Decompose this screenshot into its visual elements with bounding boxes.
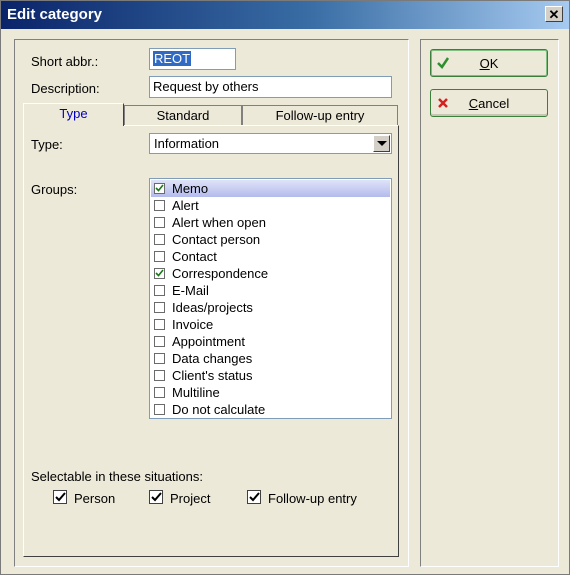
- group-label: Do not calculate: [172, 402, 266, 417]
- group-checkbox[interactable]: [154, 336, 165, 347]
- groups-list[interactable]: Memo Alert Alert when open Contact person Co…: [149, 178, 392, 419]
- group-label: Multiline: [172, 385, 220, 400]
- cancel-button-label: Cancel: [468, 96, 510, 111]
- list-item[interactable]: Contact person: [151, 231, 390, 248]
- group-label: Contact person: [172, 232, 261, 247]
- list-item[interactable]: Ideas/projects: [151, 299, 390, 316]
- group-label: Contact: [172, 249, 217, 264]
- edit-category-dialog: Edit category ✕ Short abbr.: REOT Descri…: [0, 0, 570, 575]
- list-item[interactable]: Appointment: [151, 333, 390, 350]
- checkmark-icon: [249, 492, 260, 502]
- checkmark-icon: [155, 184, 164, 192]
- list-item[interactable]: Contact: [151, 248, 390, 265]
- group-label: Client's status: [172, 368, 253, 383]
- list-item[interactable]: Correspondence: [151, 265, 390, 282]
- group-label: Ideas/projects: [172, 300, 253, 315]
- group-checkbox[interactable]: [154, 268, 165, 279]
- project-checkbox[interactable]: [149, 490, 163, 504]
- cancel-button[interactable]: Cancel: [430, 89, 548, 117]
- checkmark-icon: [155, 269, 164, 277]
- list-item[interactable]: Multiline: [151, 384, 390, 401]
- ok-button-label: OK: [479, 56, 499, 71]
- group-checkbox[interactable]: [154, 370, 165, 381]
- right-panel: [420, 39, 559, 567]
- group-label: Data changes: [172, 351, 253, 366]
- tab-follow-up-entry-label: Follow-up entry: [275, 108, 365, 123]
- title-bar[interactable]: Edit category ✕: [1, 1, 569, 29]
- group-label: Invoice: [172, 317, 214, 332]
- type-select[interactable]: Information: [149, 133, 392, 154]
- list-item[interactable]: Data changes: [151, 350, 390, 367]
- type-select-value: Information: [154, 136, 220, 151]
- person-label: Person: [74, 491, 116, 506]
- tab-type[interactable]: Type: [23, 103, 124, 126]
- group-label: Alert when open: [172, 215, 266, 230]
- list-item[interactable]: E-Mail: [151, 282, 390, 299]
- tab-follow-up-entry[interactable]: Follow-up entry: [242, 105, 398, 126]
- group-label: Appointment: [172, 334, 245, 349]
- group-checkbox[interactable]: [154, 404, 165, 415]
- list-item[interactable]: Invoice: [151, 316, 390, 333]
- chevron-down-icon: [377, 141, 387, 146]
- group-checkbox[interactable]: [154, 200, 165, 211]
- group-checkbox[interactable]: [154, 319, 165, 330]
- description-field[interactable]: Request by others: [149, 76, 392, 98]
- group-checkbox[interactable]: [154, 302, 165, 313]
- type-dropdown-button[interactable]: [373, 135, 390, 152]
- description-label: Description:: [31, 81, 100, 96]
- tab-standard-label: Standard: [156, 108, 210, 123]
- group-checkbox[interactable]: [154, 251, 165, 262]
- group-checkbox[interactable]: [154, 285, 165, 296]
- project-label: Project: [170, 491, 211, 506]
- checkmark-icon: [55, 492, 66, 502]
- description-value: Request by others: [153, 79, 259, 94]
- group-checkbox[interactable]: [154, 183, 165, 194]
- follow-up-entry-label: Follow-up entry: [268, 491, 357, 506]
- group-label: Alert: [172, 198, 199, 213]
- short-abbr-field[interactable]: REOT: [149, 48, 236, 70]
- short-abbr-label: Short abbr.:: [31, 54, 99, 69]
- groups-label: Groups:: [31, 182, 78, 197]
- follow-up-entry-checkbox[interactable]: [247, 490, 261, 504]
- group-checkbox[interactable]: [154, 353, 165, 364]
- close-icon: ✕: [548, 7, 560, 22]
- selectable-situations-label: Selectable in these situations:: [31, 469, 203, 484]
- tab-standard[interactable]: Standard: [124, 105, 242, 126]
- group-label: Correspondence: [172, 266, 269, 281]
- list-item[interactable]: Memo: [151, 180, 390, 197]
- type-label: Type:: [31, 137, 63, 152]
- group-checkbox[interactable]: [154, 387, 165, 398]
- short-abbr-value: REOT: [153, 51, 192, 66]
- window-title: Edit category: [7, 6, 103, 23]
- group-label: E-Mail: [172, 283, 209, 298]
- list-item[interactable]: Alert when open: [151, 214, 390, 231]
- group-label: Memo: [172, 181, 209, 196]
- tab-type-label: Type: [59, 106, 88, 121]
- group-checkbox[interactable]: [154, 217, 165, 228]
- checkmark-icon: [151, 492, 162, 502]
- person-checkbox[interactable]: [53, 490, 67, 504]
- list-item[interactable]: Do not calculate: [151, 401, 390, 418]
- list-item[interactable]: Client's status: [151, 367, 390, 384]
- ok-button[interactable]: OK: [430, 49, 548, 77]
- list-item[interactable]: Alert: [151, 197, 390, 214]
- group-checkbox[interactable]: [154, 234, 165, 245]
- close-button[interactable]: ✕: [545, 6, 563, 22]
